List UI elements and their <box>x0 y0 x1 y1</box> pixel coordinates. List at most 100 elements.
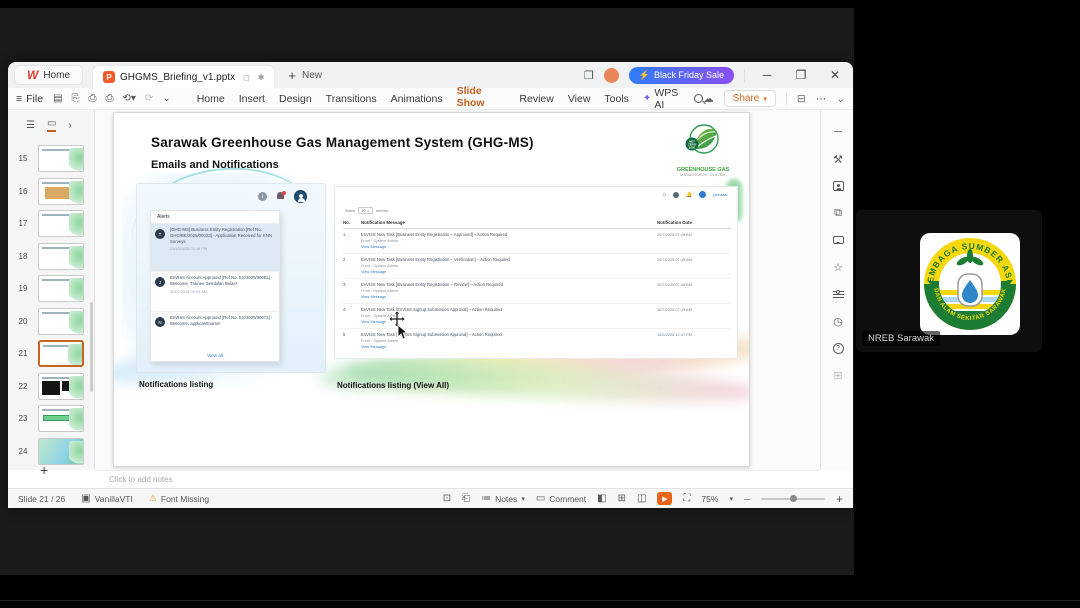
menu-design[interactable]: Design <box>279 93 312 105</box>
task-pane-icon[interactable]: ⊡ <box>443 493 451 504</box>
comment-button[interactable]: ▭ Comment <box>536 493 586 504</box>
zoom-out-button[interactable]: ─ <box>744 494 750 504</box>
ghgms-logo-line2: MANAGEMENT SYSTEM <box>680 173 726 177</box>
share-button[interactable]: Share ▾ <box>723 90 776 107</box>
settings-sliders-icon[interactable] <box>830 286 846 302</box>
export-icon[interactable]: ⎘ <box>72 93 80 104</box>
normal-view-icon[interactable]: ◧ <box>597 493 606 504</box>
thumbnail-row: 22 <box>8 371 95 401</box>
reading-view-icon[interactable]: ◫ <box>637 493 646 504</box>
slide-thumbnail-17[interactable] <box>38 209 84 237</box>
ribbon-menus: Home Insert Design Transitions Animation… <box>197 85 685 112</box>
zoom-level[interactable]: 75% <box>701 494 718 504</box>
apps-grid-icon[interactable]: ⊞ <box>830 367 846 383</box>
shapes-icon[interactable]: ⧉ <box>830 205 846 221</box>
slideshow-play-button[interactable]: ▶ <box>657 492 673 505</box>
close-button[interactable]: ✕ <box>823 68 847 82</box>
slide-thumbnail-24[interactable] <box>38 437 84 465</box>
promo-button[interactable]: ⚡ Black Friday Sale <box>628 66 734 84</box>
zoom-slider[interactable] <box>760 495 825 502</box>
menu-animations[interactable]: Animations <box>391 93 443 105</box>
zoom-in-button[interactable]: + <box>836 492 843 506</box>
slide-canvas[interactable]: Sarawak Greenhouse Gas Management System… <box>113 112 750 467</box>
alert-item: J EnVISS Account Approved [Ref No. ES/20… <box>151 272 279 312</box>
search-icon[interactable] <box>694 94 704 103</box>
meeting-stage: W Home P GHGMS_Briefing_v1.pptx ◻ ✱ + Ne… <box>0 0 1080 608</box>
menu-home[interactable]: Home <box>197 93 225 105</box>
outline-view-icon[interactable]: ☰ <box>26 120 35 131</box>
slide-thumbnail-15[interactable] <box>38 144 84 172</box>
undo-icon[interactable]: ⟲▾ <box>123 93 136 104</box>
collapse-pane-icon[interactable]: ─ <box>830 124 846 140</box>
zoom-chevron-icon[interactable]: ▾ <box>729 495 733 503</box>
slide-thumbnail-16[interactable] <box>38 177 84 205</box>
panel-expand-icon[interactable]: › <box>68 120 71 131</box>
participant-video-tile[interactable]: LEMBAGA SUMBER ASLI DAN ALAM SEKITAR SAR… <box>856 210 1042 352</box>
tab-list-icon[interactable]: ❐ <box>584 69 594 82</box>
comment-panel-icon[interactable] <box>830 232 846 248</box>
menu-wps-ai[interactable]: ✦ WPS AI <box>643 87 684 111</box>
quick-tools-icon[interactable]: ⚒ <box>830 151 846 167</box>
slide-thumbnail-19[interactable] <box>38 274 84 302</box>
participant-name-label: NREB Sarawak <box>862 331 940 346</box>
menu-view[interactable]: View <box>568 93 591 105</box>
redo-icon[interactable]: ⟳ <box>145 93 153 104</box>
caption-left[interactable]: Notifications listing <box>139 380 213 389</box>
toolbar-chevron-icon[interactable]: ⌄ <box>162 93 170 104</box>
slide-subtitle[interactable]: Emails and Notifications <box>151 159 279 171</box>
print-preview-icon[interactable]: ⎙ <box>106 93 114 104</box>
divider <box>785 92 787 105</box>
info-icon: i <box>258 192 267 201</box>
bell-icon: 🔔 <box>685 191 693 198</box>
slide-title[interactable]: Sarawak Greenhouse Gas Management System… <box>151 135 534 150</box>
more-options-icon[interactable]: ⋯ <box>816 93 827 105</box>
minimize-button[interactable]: ─ <box>755 68 779 82</box>
home-tab[interactable]: W Home <box>14 65 84 85</box>
theme-button[interactable]: ▣ VanillaVTI <box>81 493 133 504</box>
save-icon[interactable]: ▤ <box>53 93 62 104</box>
caption-right[interactable]: Notifications listing (View All) <box>337 381 449 390</box>
history-clock-icon[interactable]: ◷ <box>830 313 846 329</box>
slide-thumbnail-20[interactable] <box>38 307 84 335</box>
slide-thumbnail-21-selected[interactable] <box>38 339 84 367</box>
new-tab-button[interactable]: + New <box>288 68 322 83</box>
divider <box>0 600 1080 601</box>
print-icon[interactable]: ⎙ <box>89 93 97 104</box>
slide-thumbnail-18[interactable] <box>38 242 84 270</box>
menu-slide-show[interactable]: Slide Show <box>456 85 506 112</box>
mouse-cursor <box>388 310 409 340</box>
lightning-icon: ⚡ <box>638 69 650 80</box>
menu-review[interactable]: Review <box>519 93 553 105</box>
slide-view-icon[interactable]: ▭ <box>46 118 57 132</box>
fit-slide-icon[interactable]: ⛶ <box>683 493 690 504</box>
thumbnail-row: 23 <box>8 403 95 433</box>
collapse-ribbon-icon[interactable]: ⌄ <box>836 93 845 105</box>
thumbnail-scrollbar[interactable] <box>90 302 93 392</box>
slide-editor-area: Sarawak Greenhouse Gas Management System… <box>95 110 820 470</box>
notes-area[interactable]: Click to add notes <box>95 470 820 488</box>
menu-tools[interactable]: Tools <box>604 93 629 105</box>
favorites-icon[interactable]: ☆ <box>830 259 846 275</box>
layout-panel-icon[interactable]: ⊟ <box>797 93 806 105</box>
handout-icon[interactable]: ⎗ <box>462 493 470 504</box>
add-slide-button[interactable]: + <box>40 462 48 478</box>
notes-toggle-button[interactable]: ≔ Notes ▾ <box>481 493 525 504</box>
bell-notification-icon <box>276 191 286 201</box>
account-avatar[interactable] <box>603 67 619 83</box>
view-all-link: View all <box>207 353 223 358</box>
design-assistant-icon[interactable] <box>830 178 846 194</box>
zoom-slider-knob[interactable] <box>789 495 797 502</box>
slide-thumbnail-22[interactable] <box>38 372 84 400</box>
slide-sorter-icon[interactable]: ⊞ <box>618 493 626 504</box>
help-icon[interactable]: ? <box>830 340 846 356</box>
thumbnail-row: 21 <box>8 338 95 368</box>
thumbnail-row: 20 <box>8 306 95 336</box>
slide-thumbnail-23[interactable] <box>38 404 84 432</box>
alerts-screenshot-object[interactable]: i Alerts T [GHG-MS] Business Entity Regi… <box>136 183 326 373</box>
thumbnail-row: 17 <box>8 208 95 238</box>
maximize-button[interactable]: ❐ <box>789 68 813 82</box>
menu-transitions[interactable]: Transitions <box>326 93 377 105</box>
file-menu-button[interactable]: ≡ File <box>16 93 43 105</box>
menu-insert[interactable]: Insert <box>239 93 265 105</box>
font-missing-warning[interactable]: ⚠ Font Missing <box>149 493 209 504</box>
